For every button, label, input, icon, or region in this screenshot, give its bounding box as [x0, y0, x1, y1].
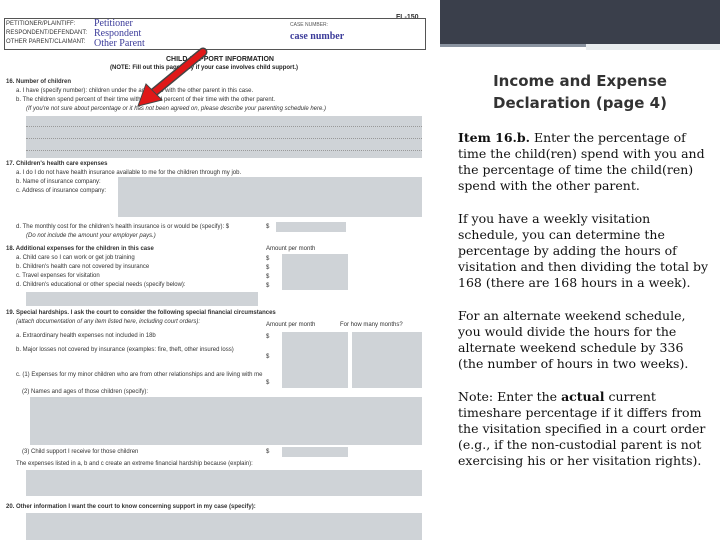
note-bold: actual — [561, 389, 605, 404]
slide-title-line1: Income and Expense — [493, 72, 667, 90]
weekly-schedule-paragraph: If you have a weekly visitation schedule… — [458, 211, 709, 290]
item-16b-label: Item 16.b. — [458, 130, 530, 145]
alternate-weekend-paragraph: For an alternate weekend schedule, you w… — [458, 308, 689, 371]
slide-title: Income and Expense Declaration (page 4) — [470, 70, 690, 114]
note-prefix: Note: Enter the — [458, 389, 562, 404]
slide-title-line2: Declaration (page 4) — [493, 94, 667, 112]
item-16b-paragraph: Item 16.b. Enter the percentage of time … — [458, 130, 710, 194]
slide-body: Item 16.b. Enter the percentage of time … — [458, 130, 710, 486]
note-paragraph: Note: Enter the actual current timeshare… — [458, 389, 710, 469]
